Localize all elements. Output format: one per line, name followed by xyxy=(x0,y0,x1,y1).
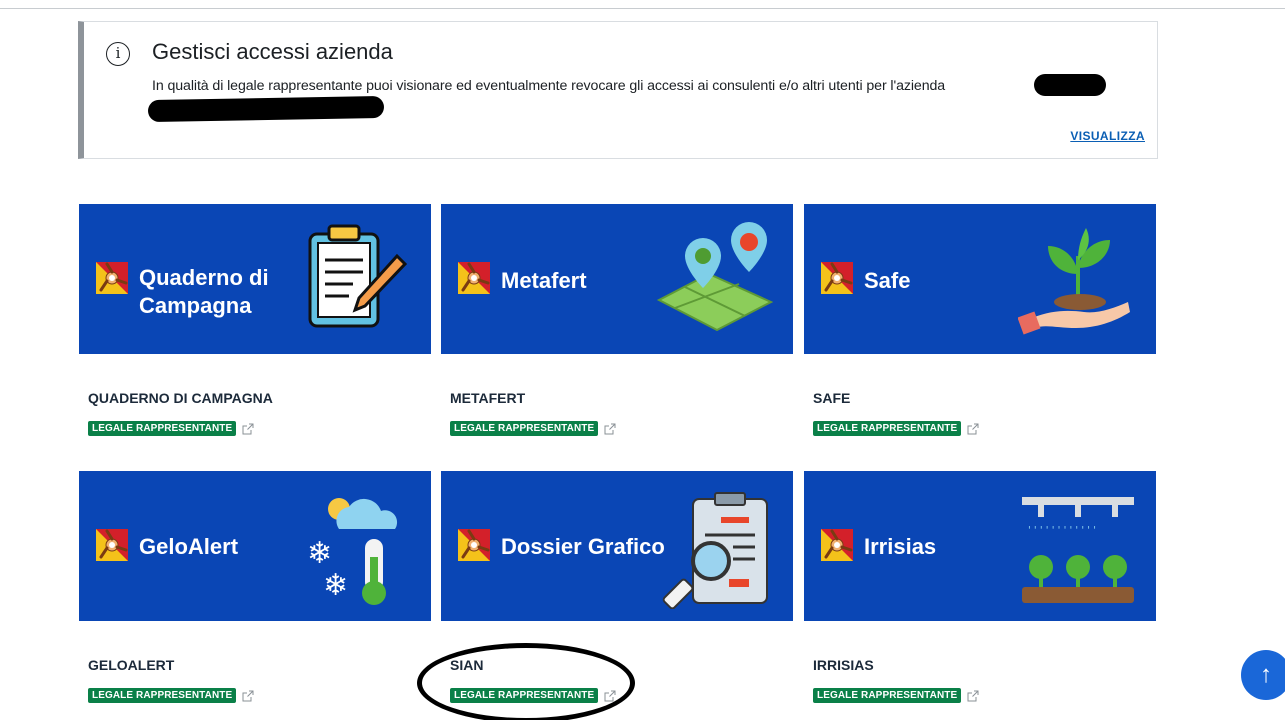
frost-weather-icon: ❄ ❄ xyxy=(307,498,398,605)
app-tile-safe[interactable]: Safe xyxy=(804,204,1156,354)
external-link-icon[interactable] xyxy=(242,690,254,702)
redaction-mark xyxy=(147,95,385,123)
svg-text:❄: ❄ xyxy=(323,568,348,603)
app-tile-geloalert[interactable]: GeloAlert ❄ ❄ xyxy=(79,471,431,621)
svg-text:' ' ' ' ' ' ' ' ' ' ' ': ' ' ' ' ' ' ' ' ' ' ' ' xyxy=(1028,525,1096,536)
sicily-emblem-icon xyxy=(95,261,129,295)
role-badge: LEGALE RAPPRESENTANTE xyxy=(813,688,962,703)
role-badge: LEGALE RAPPRESENTANTE xyxy=(450,688,599,703)
tile-label: Irrisias xyxy=(864,534,937,559)
back-to-top-button[interactable]: ↑ xyxy=(1241,650,1285,700)
tile-label: Safe xyxy=(864,268,911,293)
role-row: LEGALE RAPPRESENTANTE xyxy=(450,688,616,703)
app-tile-quaderno[interactable]: Quaderno di Campagna xyxy=(79,204,431,354)
app-card-safe: Safe SAFE LEGALE RAPPRESENTANTE xyxy=(804,204,1156,436)
sicily-emblem-icon xyxy=(95,528,129,562)
view-link[interactable]: VISUALIZZA xyxy=(1070,129,1145,143)
notice-title: Gestisci accessi azienda xyxy=(152,39,393,64)
tile-label: GeloAlert xyxy=(139,534,239,559)
external-link-icon[interactable] xyxy=(604,423,616,435)
tile-label: Metafert xyxy=(501,268,587,293)
app-title[interactable]: SIAN xyxy=(450,657,483,673)
info-icon: i xyxy=(106,42,130,66)
role-badge: LEGALE RAPPRESENTANTE xyxy=(88,688,237,703)
annotation-circle xyxy=(417,643,635,720)
external-link-icon[interactable] xyxy=(967,690,979,702)
sicily-emblem-icon xyxy=(820,528,854,562)
app-title[interactable]: METAFERT xyxy=(450,390,525,406)
external-link-icon[interactable] xyxy=(604,690,616,702)
role-row: LEGALE RAPPRESENTANTE xyxy=(813,421,979,436)
app-title[interactable]: IRRISIAS xyxy=(813,657,874,673)
svg-text:❄: ❄ xyxy=(307,536,332,571)
role-row: LEGALE RAPPRESENTANTE xyxy=(88,421,254,436)
app-card-quaderno: Quaderno di Campagna QUADERNO DI CAMPAGNA… xyxy=(79,204,431,436)
role-row: LEGALE RAPPRESENTANTE xyxy=(813,688,979,703)
redaction-mark xyxy=(1034,74,1106,96)
role-badge: LEGALE RAPPRESENTANTE xyxy=(450,421,599,436)
app-card-geloalert: GeloAlert ❄ ❄ GELOALERT LEGALE RAPPRESEN… xyxy=(79,471,431,703)
external-link-icon[interactable] xyxy=(242,423,254,435)
top-divider xyxy=(0,8,1285,9)
sicily-emblem-icon xyxy=(457,528,491,562)
access-notice: i Gestisci accessi azienda In qualità di… xyxy=(78,21,1158,159)
role-badge: LEGALE RAPPRESENTANTE xyxy=(813,421,962,436)
field-map-icon xyxy=(656,222,774,332)
sicily-emblem-icon xyxy=(820,261,854,295)
document-magnifier-icon xyxy=(662,492,768,609)
app-tile-dossier-grafico[interactable]: Dossier Grafico xyxy=(441,471,793,621)
app-tile-metafert[interactable]: Metafert xyxy=(441,204,793,354)
app-card-irrisias: Irrisias ' ' ' ' ' ' ' ' ' ' ' ' IRRISIA… xyxy=(804,471,1156,703)
clipboard-icon xyxy=(308,224,408,328)
app-title[interactable]: SAFE xyxy=(813,390,850,406)
role-row: LEGALE RAPPRESENTANTE xyxy=(450,421,616,436)
app-card-metafert: Metafert METAFERT LEGALE RAPPRESENTANTE xyxy=(441,204,793,436)
role-badge: LEGALE RAPPRESENTANTE xyxy=(88,421,237,436)
irrigation-icon: ' ' ' ' ' ' ' ' ' ' ' ' xyxy=(1022,497,1134,603)
app-card-sian: Dossier Grafico SIAN LEGALE RAPPRESENTAN… xyxy=(441,471,793,703)
app-title[interactable]: QUADERNO DI CAMPAGNA xyxy=(88,390,273,406)
plant-in-hand-icon xyxy=(1018,228,1130,335)
notice-text: In qualità di legale rappresentante puoi… xyxy=(152,78,946,94)
app-tile-irrisias[interactable]: Irrisias ' ' ' ' ' ' ' ' ' ' ' ' xyxy=(804,471,1156,621)
role-row: LEGALE RAPPRESENTANTE xyxy=(88,688,254,703)
tile-label: Quaderno di Campagna xyxy=(139,265,269,318)
external-link-icon[interactable] xyxy=(967,423,979,435)
tile-label: Dossier Grafico xyxy=(501,534,665,559)
sicily-emblem-icon xyxy=(457,261,491,295)
app-title[interactable]: GELOALERT xyxy=(88,657,174,673)
